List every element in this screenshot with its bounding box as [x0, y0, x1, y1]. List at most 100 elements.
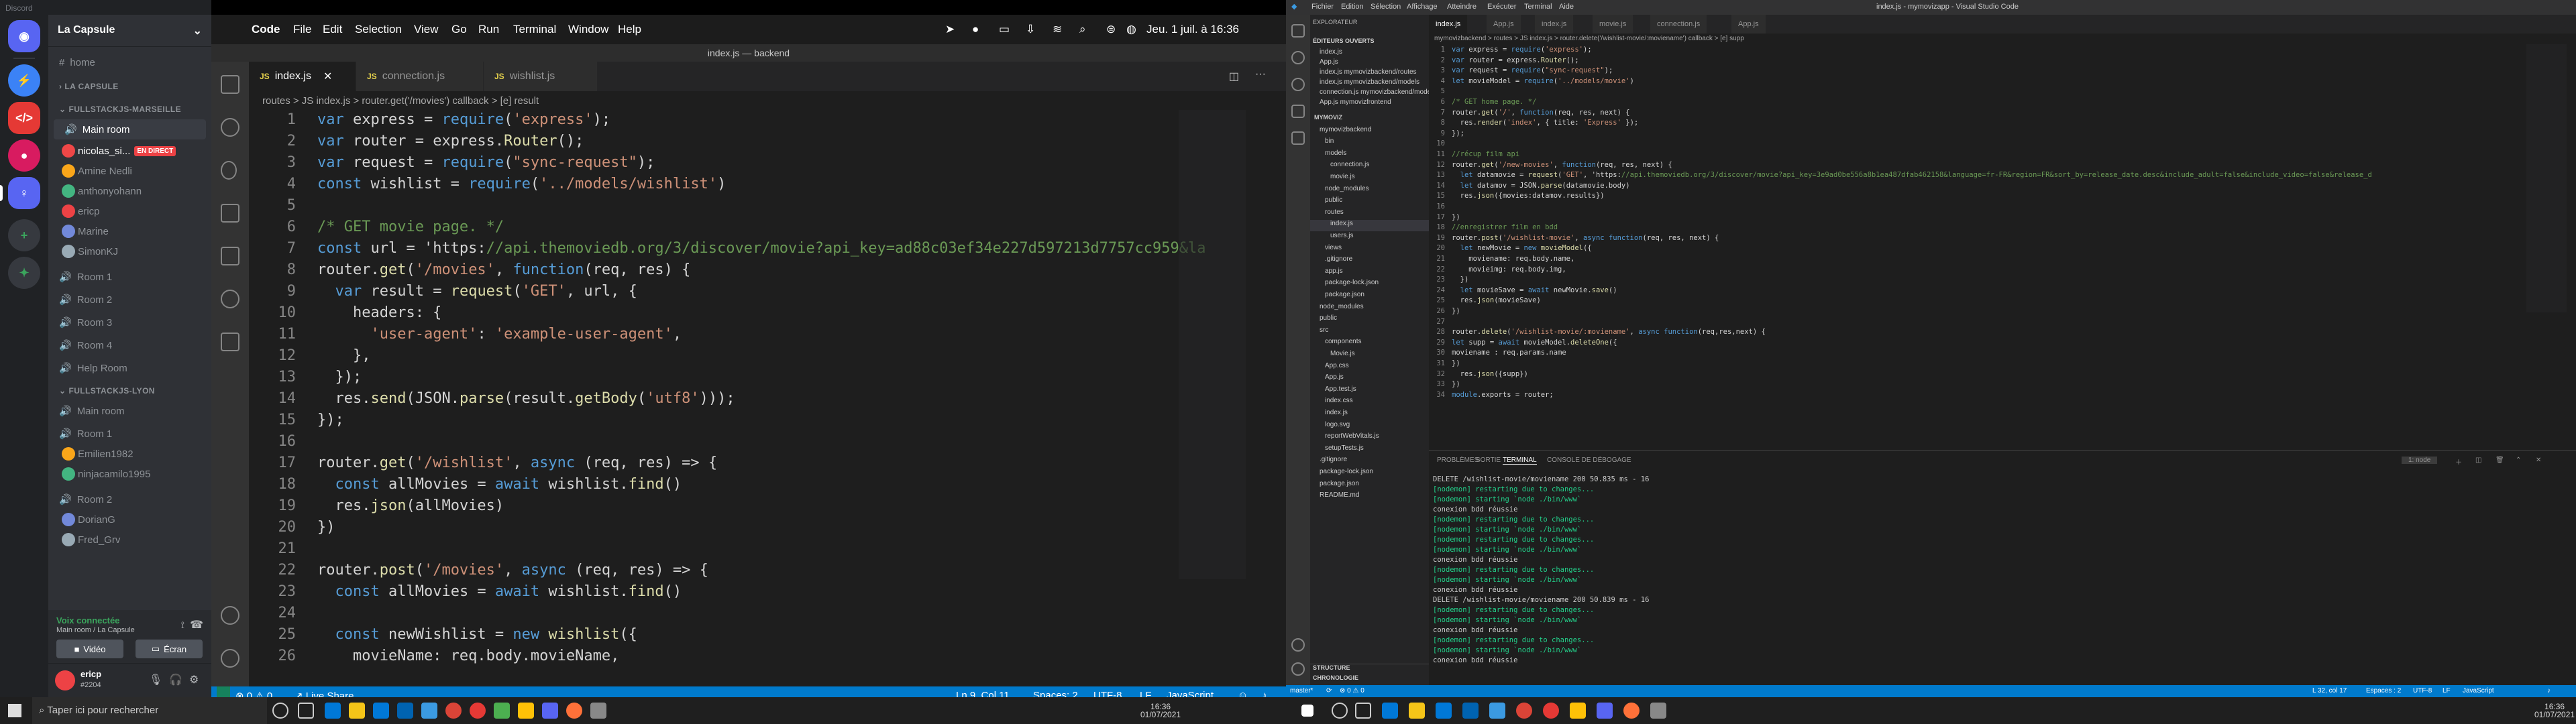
siri-icon[interactable]: ◍	[1126, 23, 1136, 36]
mail-icon[interactable]	[397, 703, 413, 719]
code-editor[interactable]: 1 var express = require('express'); 2 var r…	[249, 110, 1286, 686]
run-debug-icon[interactable]	[221, 204, 239, 223]
new-terminal-icon[interactable]: ＋	[2455, 457, 2462, 467]
close-panel-icon[interactable]: ✕	[2536, 457, 2541, 464]
code-line[interactable]: let datamovie = request('GET', 'https://…	[1452, 171, 2372, 179]
split-editor-icon[interactable]: ◫	[1229, 70, 1239, 83]
server-bolt-icon[interactable]: ⚡	[8, 64, 40, 97]
gear-icon[interactable]	[1291, 662, 1305, 676]
explorer-item[interactable]: reportWebVitals.js	[1310, 432, 1429, 444]
code-line[interactable]: module.exports = router;	[1452, 391, 1554, 399]
discord-taskbar-icon[interactable]	[542, 703, 558, 719]
task-view-icon[interactable]	[1355, 703, 1371, 719]
tab-index-js[interactable]: JS index.js ✕	[249, 62, 356, 91]
firefox-icon[interactable]	[1623, 703, 1640, 719]
server-red-icon[interactable]: ●	[8, 139, 40, 172]
code-line[interactable]: const allMovies = await wishlist.find()	[317, 476, 682, 493]
explorer-item[interactable]: users.js	[1310, 232, 1429, 243]
editor-tab[interactable]: movie.js	[1593, 15, 1633, 34]
gear-icon[interactable]	[221, 649, 239, 668]
code-line[interactable]: let newMovie = new movieModel({	[1452, 244, 1592, 252]
code-line[interactable]: router.get('/new-movies', function(req, …	[1452, 161, 1672, 169]
app-green-icon[interactable]	[494, 703, 510, 719]
edge-icon[interactable]	[1382, 703, 1398, 719]
explorer-item[interactable]: components	[1310, 338, 1429, 349]
sticky-notes-icon[interactable]	[518, 703, 534, 719]
menu-terminal[interactable]: Terminal	[513, 23, 556, 36]
close-icon[interactable]: ✕	[323, 70, 332, 83]
explorer-item[interactable]: index.js	[1310, 220, 1429, 232]
voice-user[interactable]: Fred_Grv	[48, 530, 211, 550]
explorer-icon[interactable]	[221, 75, 239, 94]
indentation[interactable]: Espaces : 2	[2366, 687, 2401, 695]
guild-header[interactable]: La Capsule ⌄	[48, 15, 211, 47]
tab-output[interactable]: SORTIE	[1476, 457, 1501, 464]
tab-problems[interactable]: PROBLÈMES	[1437, 457, 1479, 464]
mic-icon[interactable]: 🎙	[149, 673, 162, 686]
status-circle-icon[interactable]: ●	[972, 23, 979, 36]
menu-window[interactable]: Window	[568, 23, 608, 36]
search-icon[interactable]: ⌕	[1079, 23, 1086, 36]
code-line[interactable]: });	[317, 369, 362, 385]
app-t-icon[interactable]	[470, 703, 486, 719]
editor-tab[interactable]: App.js	[1731, 15, 1766, 34]
code-line[interactable]: res.json({supp})	[1452, 370, 1528, 378]
chrome-icon[interactable]	[1516, 703, 1532, 719]
editor-tab[interactable]: connection.js	[1650, 15, 1707, 34]
editor-tab[interactable]: index.js	[1535, 15, 1574, 34]
file-explorer-icon[interactable]	[349, 703, 365, 719]
eol[interactable]: LF	[2443, 687, 2451, 695]
explorer-icon[interactable]	[1291, 24, 1305, 38]
maximize-panel-icon[interactable]: ⌃	[2516, 457, 2521, 464]
explorer-item[interactable]: logo.svg	[1310, 421, 1429, 432]
code-line[interactable]: })	[1452, 213, 1460, 221]
voice-room-4[interactable]: 🔊 Room 4	[48, 335, 211, 355]
menu-aide[interactable]: Aide	[1559, 3, 1574, 11]
code-line[interactable]: var express = require('express');	[317, 111, 610, 128]
menu-terminal[interactable]: Terminal	[1524, 3, 1552, 11]
remote-icon[interactable]	[221, 333, 239, 351]
explorer-item[interactable]: Movie.js	[1310, 350, 1429, 361]
account-icon[interactable]	[221, 606, 239, 625]
cortana-icon[interactable]	[1332, 703, 1348, 719]
timeline-header[interactable]: CHRONOLOGIE	[1310, 674, 1429, 685]
code-line[interactable]: });	[317, 412, 344, 428]
explorer-item[interactable]: package.json	[1310, 291, 1429, 302]
chrome-icon[interactable]	[445, 703, 462, 719]
app-misc-icon[interactable]	[1650, 703, 1666, 719]
minimap[interactable]	[2526, 44, 2567, 312]
server-capsule-icon[interactable]: ♀	[8, 177, 40, 209]
explorer-item[interactable]: .gitignore	[1310, 255, 1429, 267]
breadcrumb[interactable]: routes > JS index.js > router.get('/movi…	[249, 91, 1286, 110]
menu-executer[interactable]: Exécuter	[1487, 3, 1516, 11]
voice-lyon-room1[interactable]: 🔊 Room 1	[48, 424, 211, 444]
voice-main-room[interactable]: 🔊 Main room	[54, 119, 206, 139]
source-control-icon[interactable]	[1291, 78, 1305, 91]
code-line[interactable]: //récup film api	[1452, 150, 1519, 158]
search-icon[interactable]	[1291, 51, 1305, 64]
code-line[interactable]: router.get('/', function(req, res, next)…	[1452, 109, 1630, 117]
extensions-icon[interactable]	[1291, 131, 1305, 145]
voice-user[interactable]: Emilien1982	[48, 444, 211, 464]
split-terminal-icon[interactable]: ◫	[2475, 457, 2481, 464]
explorer-item[interactable]: MYMOVIZ	[1310, 114, 1429, 125]
trash-icon[interactable]: 🗑	[2496, 457, 2504, 464]
windows-start-icon[interactable]	[8, 704, 21, 717]
terminal-select[interactable]: 1: node	[2402, 457, 2438, 464]
add-server-icon[interactable]: +	[8, 219, 40, 251]
open-editors-header[interactable]: ÉDITEURS OUVERTS	[1310, 38, 1429, 49]
explore-servers-icon[interactable]: ✦	[8, 257, 40, 289]
explorer-item[interactable]: setupTests.js	[1310, 444, 1429, 456]
voice-lyon-room2[interactable]: 🔊 Room 2	[48, 489, 211, 509]
code-line[interactable]: 'user-agent': 'example-user-agent',	[317, 326, 682, 343]
code-line[interactable]: const wishlist = require('../models/wish…	[317, 176, 726, 192]
taskbar-search[interactable]: ⌕ Taper ici pour rechercher	[32, 697, 267, 724]
explorer-item[interactable]: App.test.js	[1310, 385, 1429, 397]
vscode-taskbar-icon[interactable]	[421, 703, 437, 719]
language-mode[interactable]: JavaScript	[2463, 687, 2494, 695]
explorer-item[interactable]: App.js	[1310, 373, 1429, 385]
code-line[interactable]: })	[1452, 380, 1460, 388]
category-marseille[interactable]: ⌄ FULLSTACKJS-MARSEILLE	[48, 99, 211, 119]
explorer-item[interactable]: .gitignore	[1310, 456, 1429, 467]
minimap[interactable]	[1179, 110, 1246, 579]
